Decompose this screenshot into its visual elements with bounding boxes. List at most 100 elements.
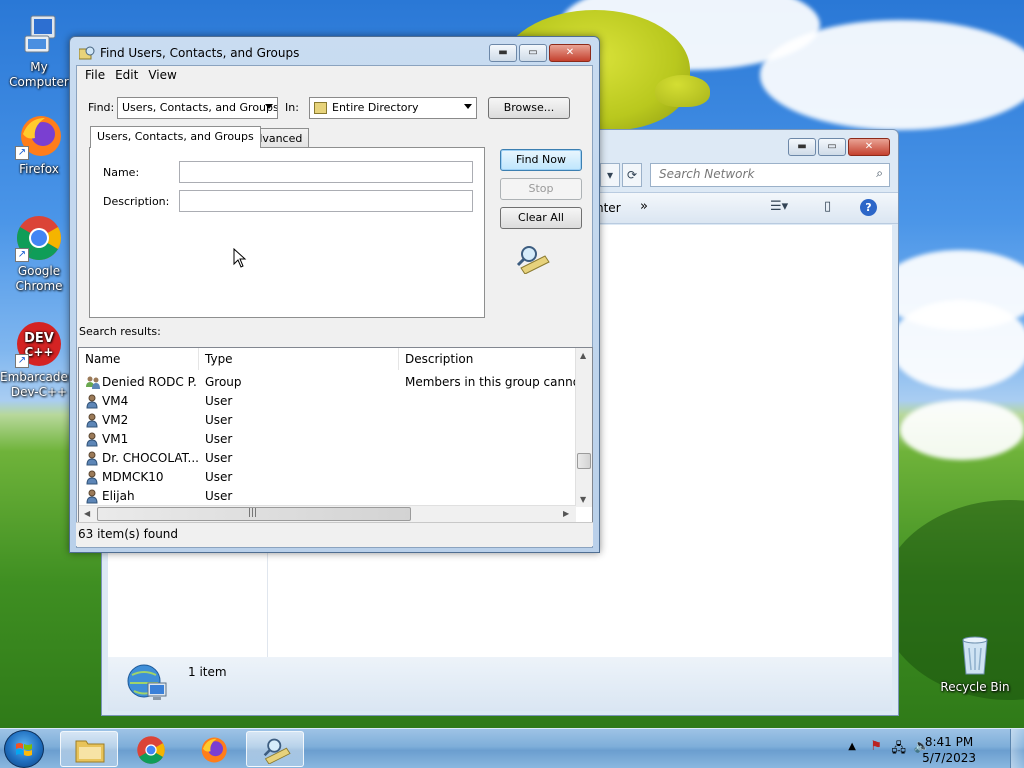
find-users-dialog[interactable]: Find Users, Contacts, and Groups ▬ ▭ ✕ F… [69,36,600,553]
user-icon [85,394,99,409]
horizontal-scrollbar[interactable]: ◀ ||| ▶ [79,505,576,522]
column-header-name[interactable]: Name [79,348,199,370]
name-label: Name: [103,166,140,179]
taskbar-find-users[interactable] [246,731,304,767]
taskbar-google-chrome[interactable] [122,731,180,767]
table-row[interactable]: Dr. CHOCOLAT... User [79,449,576,468]
computer-icon [15,10,63,58]
description-input[interactable] [179,190,473,212]
show-hidden-icons-icon[interactable]: ▲ [848,741,856,752]
cell-type: User [205,489,233,503]
browse-button[interactable]: Browse... [488,97,570,119]
menu-bar: File Edit View [77,66,592,86]
chevron-down-icon [265,104,273,109]
cell-type: User [205,470,233,484]
refresh-icon[interactable]: ⟳ [622,163,642,187]
scroll-thumb[interactable]: ||| [97,507,411,521]
stop-button[interactable]: Stop [500,178,582,200]
table-row[interactable]: VM2 User [79,411,576,430]
search-network-input[interactable]: Search Network ⌕ [650,163,890,187]
cell-type: User [205,432,233,446]
action-center-flag-icon[interactable]: ⚑ [870,739,882,754]
desktop-icon-dev-cpp[interactable]: DEV C++ ↗ Embarcadero Dev-C++ [0,320,80,400]
show-desktop-button[interactable] [1010,729,1024,768]
windows-logo-icon [16,743,32,756]
vertical-scrollbar[interactable]: ▲ ▼ [575,348,592,507]
cell-name: MDMCK10 [102,470,164,484]
folder-icon [75,740,105,763]
close-button[interactable]: ✕ [848,138,890,156]
directory-icon [314,102,327,114]
minimize-button[interactable]: ▬ [489,44,517,62]
cell-name: Denied RODC P... [102,375,198,389]
group-icon [85,375,100,390]
desktop-icon-firefox[interactable]: ↗ Firefox [0,112,78,177]
menu-edit[interactable]: Edit [113,66,146,86]
menu-file[interactable]: File [83,66,113,86]
user-icon [85,413,99,428]
description-label: Description: [103,195,170,208]
in-location-select[interactable]: Entire Directory [309,97,477,119]
item-count: 1 item [188,665,227,679]
search-icon: ⌕ [876,166,883,180]
scroll-left-icon[interactable]: ◀ [84,509,90,518]
scroll-right-icon[interactable]: ▶ [563,509,569,518]
column-header-description[interactable]: Description [399,348,576,370]
find-app-icon [78,46,95,60]
table-row[interactable]: VM4 User [79,392,576,411]
column-header-type[interactable]: Type [199,348,399,370]
user-icon [85,489,99,504]
svg-text:DEV: DEV [24,331,54,346]
toolbar-more-button[interactable]: » [640,199,648,214]
table-row[interactable]: Elijah User [79,487,576,506]
table-row[interactable]: MDMCK10 User [79,468,576,487]
desktop-background: My Computer ↗ Firefox ↗ Google Chrome DE… [0,0,1024,728]
scroll-up-icon[interactable]: ▲ [580,351,586,360]
taskbar: ▲ ⚑ 🖧 🔈 8:41 PM 5/7/2023 [0,728,1024,768]
find-now-button[interactable]: Find Now [500,149,582,171]
shortcut-arrow-icon: ↗ [15,146,29,160]
scroll-down-icon[interactable]: ▼ [580,495,586,504]
table-row[interactable]: Denied RODC P... Group Members in this gro… [79,373,576,392]
name-input[interactable] [179,161,473,183]
help-icon[interactable]: ? [860,199,877,216]
maximize-button[interactable]: ▭ [519,44,547,62]
network-icon[interactable]: 🖧 [892,739,907,761]
taskbar-windows-explorer[interactable] [60,731,118,767]
preview-pane-icon[interactable]: ▯ [824,199,831,214]
explorer-details-pane: 1 item [108,657,892,711]
clear-all-button[interactable]: Clear All [500,207,582,229]
find-type-select[interactable]: Users, Contacts, and Groups [117,97,278,119]
maximize-button[interactable]: ▭ [818,138,846,156]
start-button[interactable] [4,730,44,768]
cell-type: User [205,394,233,408]
firefox-icon [201,737,227,763]
table-row[interactable]: VM1 User [79,430,576,449]
cell-type: Group [205,375,242,389]
firefox-icon: ↗ [15,112,63,160]
minimize-button[interactable]: ▬ [788,138,816,156]
dev-cpp-icon: DEV C++ ↗ [15,320,63,368]
dropdown-arrow-icon[interactable]: ▾ [600,163,620,187]
chrome-icon [137,736,165,764]
search-animation-icon [515,242,551,275]
view-options-icon[interactable]: ☰▾ [770,199,788,214]
search-criteria-panel: Name: Description: [89,147,485,318]
search-results-label: Search results: [79,325,161,338]
taskbar-firefox[interactable] [184,731,242,767]
search-results-list[interactable]: Name Type Description Denied RODC P... Gr… [78,347,593,523]
close-button[interactable]: ✕ [549,44,591,62]
shortcut-arrow-icon: ↗ [15,248,29,262]
desktop-icon-recycle-bin[interactable]: Recycle Bin [936,630,1014,695]
recycle-bin-icon [951,630,999,678]
shortcut-arrow-icon: ↗ [15,354,29,368]
menu-view[interactable]: View [146,66,184,86]
desktop-icon-google-chrome[interactable]: ↗ Google Chrome [0,214,78,294]
clock[interactable]: 8:41 PM 5/7/2023 [922,734,976,766]
tab-users-contacts-groups[interactable]: Users, Contacts, and Groups [90,126,261,148]
cell-type: User [205,413,233,427]
cell-name: VM1 [102,432,129,446]
scroll-thumb[interactable] [577,453,591,469]
in-label: In: [285,101,299,114]
desktop-icon-my-computer[interactable]: My Computer [0,10,78,90]
